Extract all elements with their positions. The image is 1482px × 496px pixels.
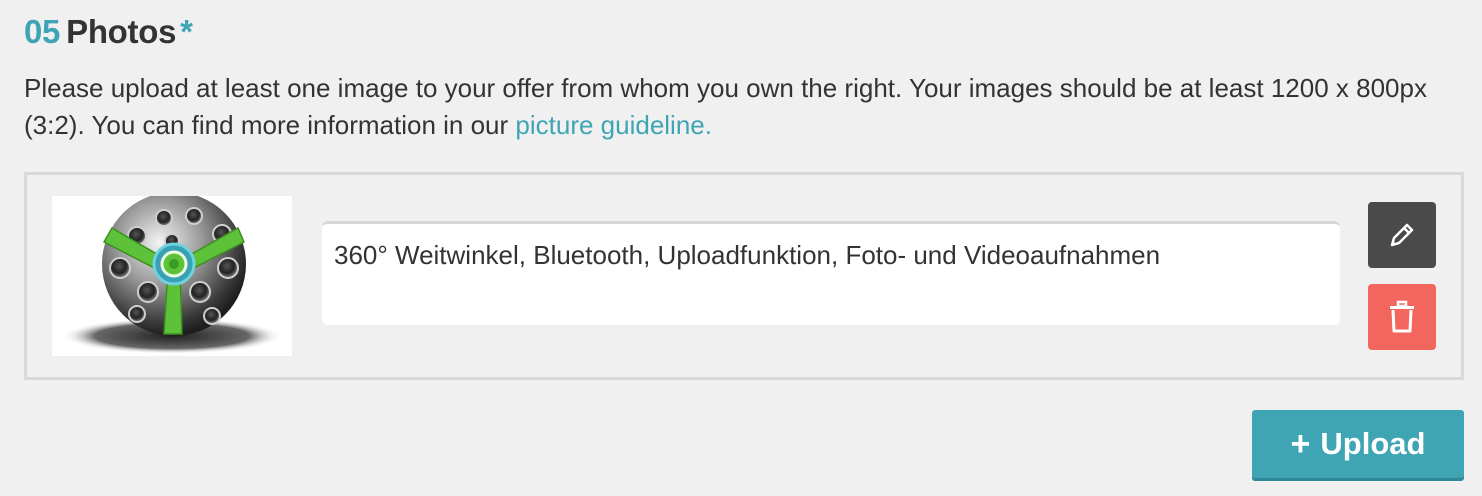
trash-icon [1390,300,1414,333]
upload-label: Upload [1320,426,1426,461]
section-heading: 05 Photos * [24,12,193,52]
section-title: Photos [66,13,177,50]
photo-entry: 360° Weitwinkel, Bluetooth, Uploadfunkti… [24,172,1464,380]
camera-ball-image [62,196,282,354]
picture-guideline-link[interactable]: picture guideline. [515,110,712,140]
photo-thumbnail [52,196,292,356]
photos-section: 05 Photos * Please upload at least one ima… [24,0,1464,496]
photo-caption-field[interactable]: 360° Weitwinkel, Bluetooth, Uploadfunkti… [322,221,1340,325]
edit-photo-button[interactable] [1368,202,1436,268]
description-text: Please upload at least one image to your… [24,73,1427,140]
plus-icon: + [1290,424,1311,463]
required-marker: * [180,13,193,50]
upload-button[interactable]: + Upload [1252,410,1464,478]
section-description: Please upload at least one image to your… [24,70,1464,144]
pencil-icon [1390,223,1414,247]
delete-photo-button[interactable] [1368,284,1436,350]
section-number: 05 [24,13,61,50]
